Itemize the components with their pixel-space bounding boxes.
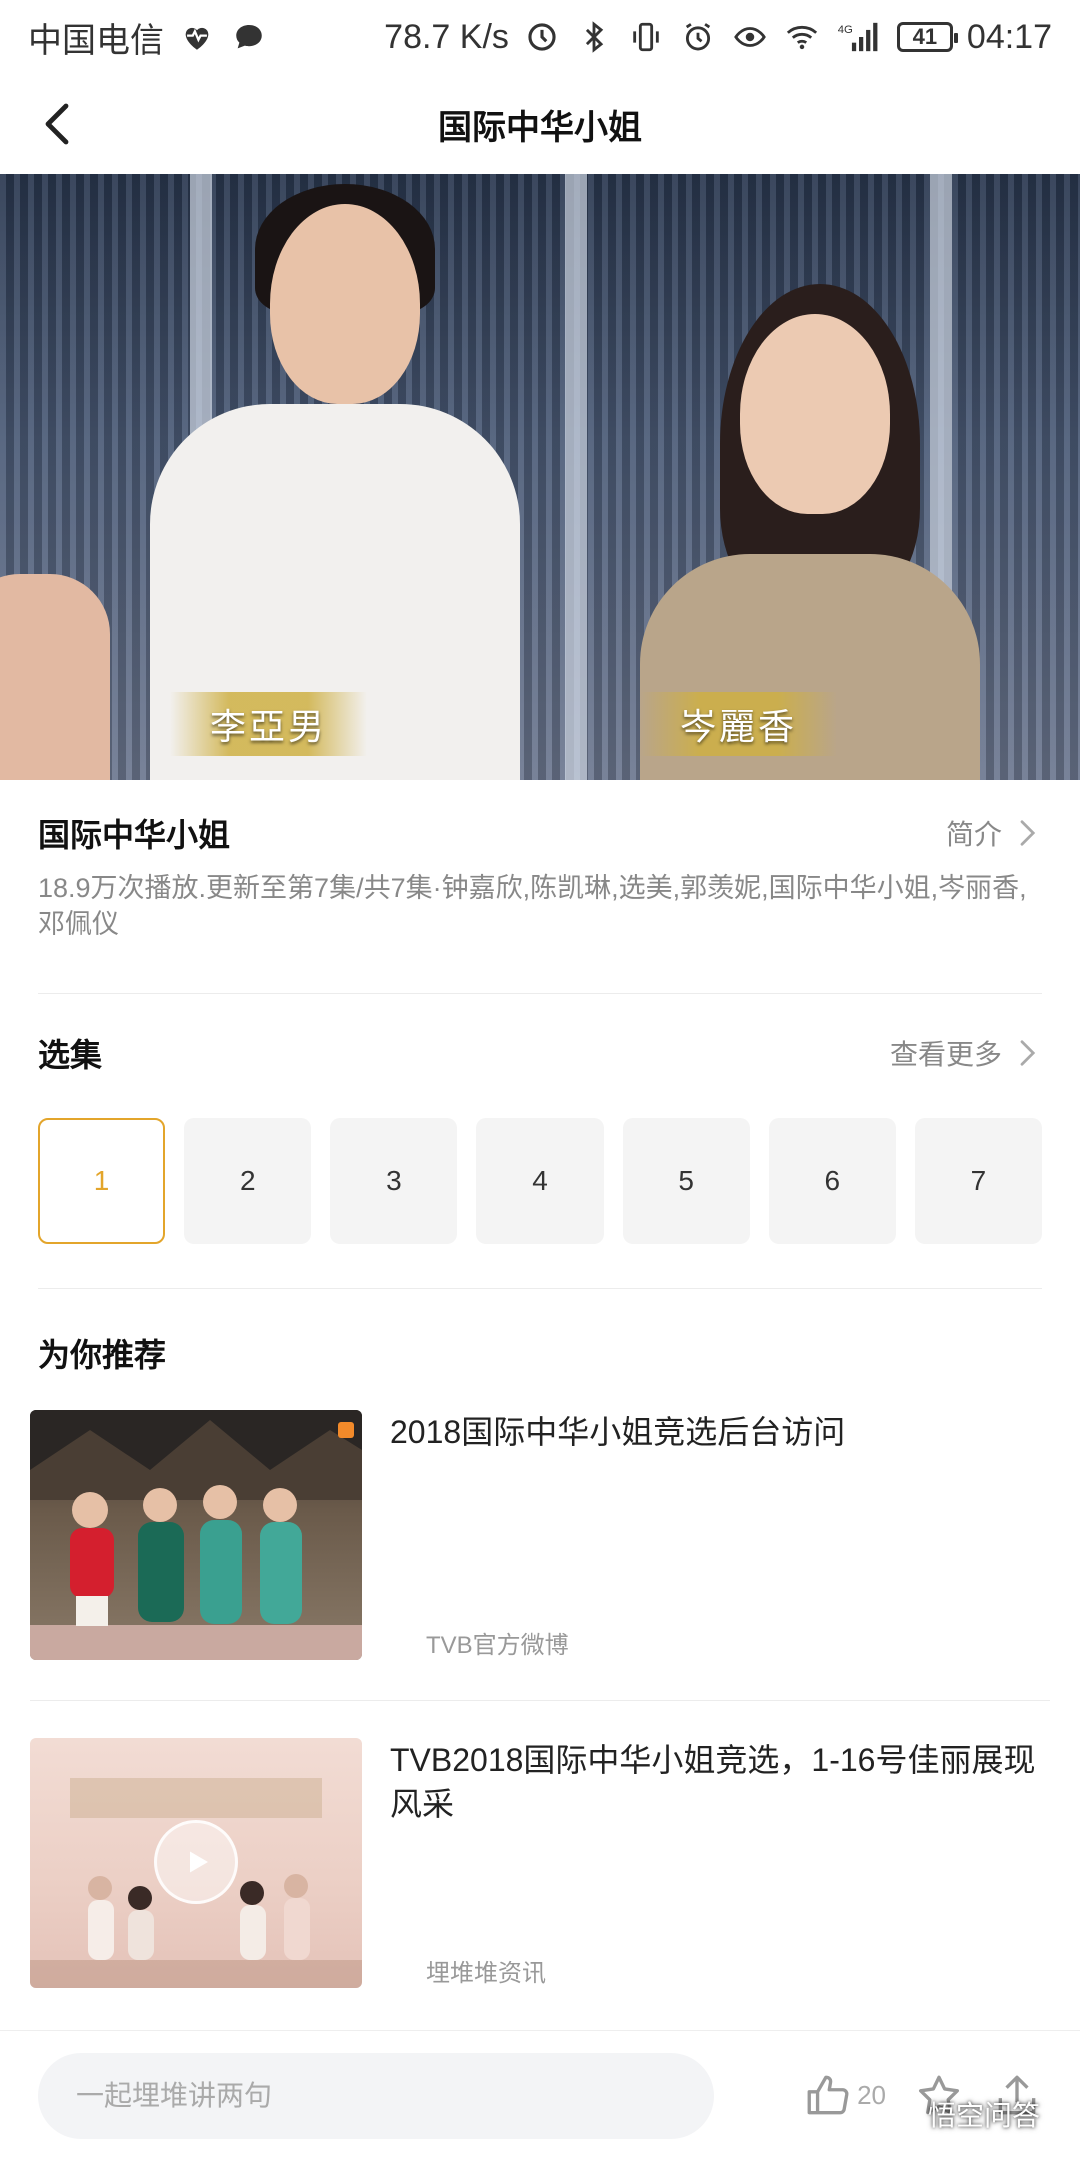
episode-button-6[interactable]: 6: [768, 1118, 896, 1244]
recommend-item-title: TVB2018国际中华小姐竞选，1-16号佳丽展现风采: [390, 1742, 1036, 1822]
vibrate-icon: [627, 18, 665, 56]
show-meta: 18.9万次播放.更新至第7集/共7集·钟嘉欣,陈凯琳,选美,郭羡妮,国际中华小…: [38, 873, 1027, 939]
comment-input[interactable]: [38, 2052, 714, 2139]
video-caption-left: 李亞男: [170, 692, 368, 756]
person-figure-left: [0, 574, 110, 780]
chevron-right-icon: [1020, 1040, 1036, 1066]
svg-text:4G: 4G: [838, 24, 853, 36]
video-thumbnail: [30, 1738, 362, 1988]
watermark: 悟空问答: [927, 2100, 1040, 2131]
recommend-section-title: 为你推荐: [38, 1337, 167, 1373]
episode-section: 选集 查看更多: [38, 1030, 1042, 1076]
data-saver-icon: [523, 18, 561, 56]
video-caption-right: 岑麗香: [640, 692, 838, 756]
show-title: 国际中华小姐: [38, 817, 231, 853]
recommend-item-source: 埋堆堆资讯: [426, 1960, 546, 1987]
episode-button-4[interactable]: 4: [476, 1118, 604, 1244]
recommend-item-title: 2018国际中华小姐竞选后台访问: [390, 1414, 846, 1450]
network-speed: 78.7 K/s: [384, 17, 509, 56]
screen: 中国电信 78.7 K/s 4G 41 04:17 国际中华小姐 李亞男 岑麗香…: [0, 0, 1080, 2160]
recommend-item-source: TVB官方微博: [426, 1632, 569, 1659]
video-thumbnail: [30, 1410, 362, 1660]
heartbeat-icon: [178, 18, 216, 56]
alarm-icon: [679, 18, 717, 56]
divider: [30, 1700, 1050, 1701]
wifi-icon: [783, 18, 821, 56]
status-bar: 中国电信 78.7 K/s 4G 41 04:17: [0, 0, 1080, 74]
top-nav-bar: 国际中华小姐: [0, 74, 1080, 174]
play-icon: [154, 1820, 238, 1904]
chat-icon: [230, 18, 268, 56]
thumbs-up-icon: [807, 2075, 849, 2114]
chevron-left-icon: [45, 103, 69, 145]
episode-list: 1 2 3 4 5 6 7: [38, 1118, 1043, 1244]
carrier-label: 中国电信: [28, 21, 164, 60]
clock: 04:17: [966, 17, 1052, 56]
view-more-link[interactable]: 查看更多: [890, 1033, 1042, 1073]
divider: [38, 1288, 1042, 1289]
bluetooth-icon: [575, 18, 613, 56]
like-count: 20: [857, 2080, 886, 2110]
back-button[interactable]: [30, 96, 86, 152]
bottom-action-bar: 20 悟空问答: [0, 2030, 1080, 2160]
intro-link[interactable]: 简介: [946, 813, 1042, 853]
page-title: 国际中华小姐: [438, 108, 642, 147]
signal-icon: 4G: [835, 18, 883, 56]
list-item[interactable]: 2018国际中华小姐竞选后台访问 TVB官方微博: [30, 1410, 1050, 1660]
episode-button-7[interactable]: 7: [914, 1118, 1043, 1244]
episode-button-1[interactable]: 1: [38, 1118, 166, 1244]
eye-icon: [731, 18, 769, 56]
video-player[interactable]: 李亞男 岑麗香: [0, 174, 1080, 780]
episode-button-2[interactable]: 2: [184, 1118, 312, 1244]
battery-icon: 41: [896, 22, 958, 52]
divider: [38, 993, 1042, 994]
episode-section-title: 选集: [38, 1037, 103, 1073]
episode-button-3[interactable]: 3: [330, 1118, 458, 1244]
chevron-right-icon: [1020, 820, 1036, 846]
list-item[interactable]: TVB2018国际中华小姐竞选，1-16号佳丽展现风采 埋堆堆资讯: [30, 1738, 1050, 1988]
like-button[interactable]: 20: [803, 2071, 886, 2121]
show-info: 国际中华小姐 简介 18.9万次播放.更新至第7集/共7集·钟嘉欣,陈凯琳,选美…: [38, 810, 1042, 942]
episode-button-5[interactable]: 5: [622, 1118, 750, 1244]
